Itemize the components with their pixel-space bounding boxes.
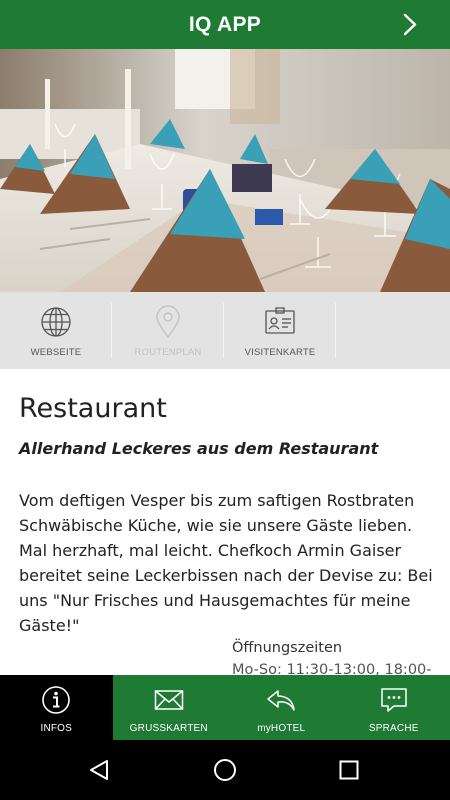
website-label: WEBSEITE — [30, 347, 82, 358]
envelope-icon — [154, 690, 183, 710]
tab-language-label: SPRACHE — [368, 723, 419, 734]
opening-hours-text: Mo-So: 11:30-13:00, 18:00- — [232, 662, 432, 675]
route-planner-button[interactable]: ROUTENPLAN — [112, 292, 224, 369]
bottom-navigation: INFOS GRUSSKARTEN myHOTEL SPRACHE — [0, 675, 450, 740]
tab-greeting-cards-label: GRUSSKARTEN — [129, 723, 208, 734]
website-button[interactable]: WEBSEITE — [0, 292, 112, 369]
action-spacer — [336, 292, 448, 369]
recent-apps-icon[interactable] — [339, 760, 359, 780]
tab-myhotel-label: myHOTEL — [257, 723, 306, 734]
tab-infos-label: INFOS — [40, 723, 73, 734]
chevron-right-icon[interactable] — [400, 12, 420, 37]
app-header: IQ APP — [0, 0, 450, 49]
route-planner-label: ROUTENPLAN — [134, 347, 202, 358]
page-subtitle: Allerhand Leckeres aus dem Restaurant — [19, 439, 379, 458]
opening-hours-heading: Öffnungszeiten — [232, 640, 343, 656]
back-icon[interactable] — [88, 759, 110, 781]
chat-bubble-icon — [381, 688, 407, 712]
system-navigation-bar — [0, 740, 450, 800]
page-title: Restaurant — [19, 393, 167, 424]
restaurant-photo — [0, 49, 450, 292]
app-title: IQ APP — [188, 12, 262, 36]
tab-infos[interactable]: INFOS — [0, 675, 113, 740]
contact-card-icon — [265, 307, 295, 334]
restaurant-table-illustration — [0, 49, 450, 292]
info-icon — [42, 686, 71, 714]
reply-arrow-icon — [267, 690, 295, 711]
description-text: Vom deftigen Vesper bis zum saftigen Ros… — [19, 491, 433, 635]
business-card-button[interactable]: VISITENKARTE — [224, 292, 336, 369]
tab-language[interactable]: SPRACHE — [338, 675, 450, 740]
action-bar: WEBSEITE ROUTENPLAN VISITENKARTE — [0, 292, 450, 369]
business-card-label: VISITENKARTE — [244, 347, 316, 358]
home-icon[interactable] — [213, 758, 237, 782]
tab-greeting-cards[interactable]: GRUSSKARTEN — [113, 675, 226, 740]
tab-myhotel[interactable]: myHOTEL — [225, 675, 338, 740]
map-pin-icon — [156, 305, 180, 339]
content-area[interactable]: Restaurant Allerhand Leckeres aus dem Re… — [0, 369, 450, 675]
globe-icon — [41, 307, 71, 337]
